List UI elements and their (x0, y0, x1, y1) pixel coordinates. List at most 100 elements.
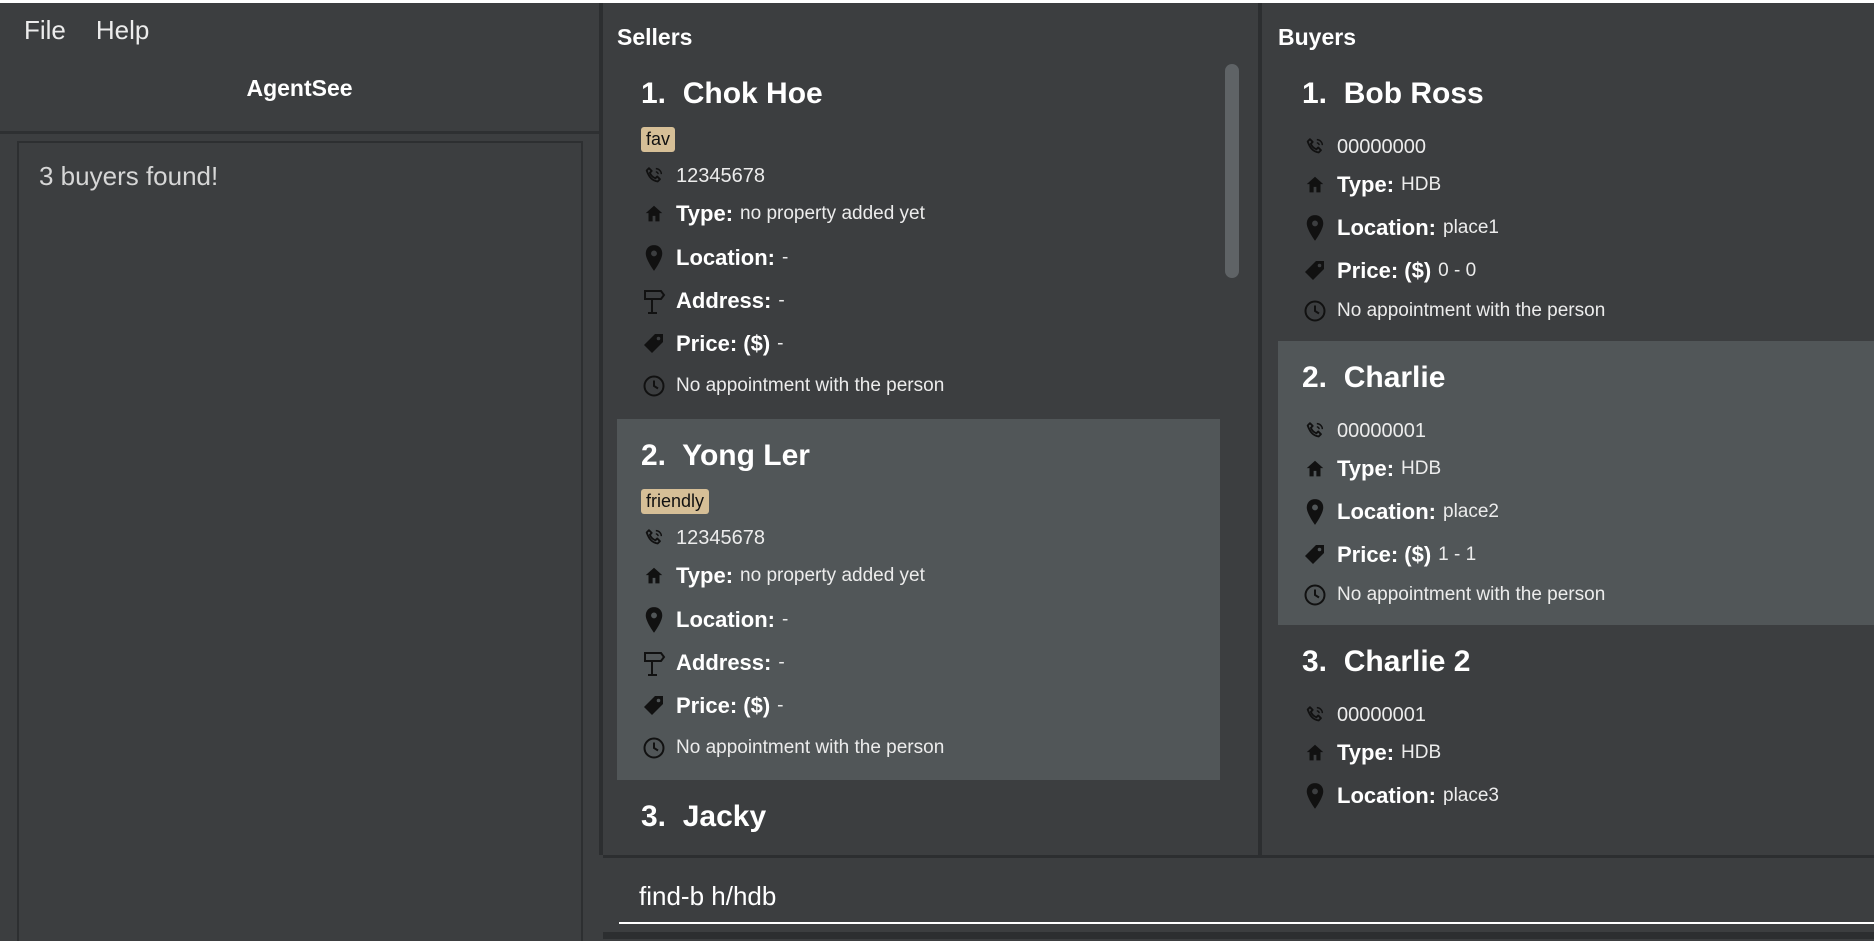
buyer-card[interactable]: 2. Charlie 00000001 Type: HDB Location: … (1278, 341, 1874, 625)
seller-name: 1. Chok Hoe (641, 77, 823, 110)
price-value: 0 - 0 (1438, 260, 1477, 281)
house-icon (641, 563, 667, 589)
location-label: Location: (676, 245, 775, 270)
type-value: HDB (1401, 742, 1442, 763)
address-label: Address: (676, 288, 772, 313)
menu-help[interactable]: Help (96, 15, 149, 46)
type-label: Type: (676, 563, 734, 588)
type-row: Type: HDB (1302, 170, 1441, 200)
price-label: Price: ($) (676, 331, 771, 356)
price-label: Price: ($) (676, 693, 771, 718)
phone-icon (1302, 134, 1328, 160)
phone-icon (641, 163, 667, 189)
location-row: Location: - (641, 605, 788, 635)
type-label: Type: (1337, 456, 1395, 481)
location-pin-icon (1302, 783, 1328, 809)
left-pane: File Help AgentSee 3 buyers found! (0, 3, 599, 941)
result-message: 3 buyers found! (39, 161, 219, 191)
phone-icon (1302, 702, 1328, 728)
command-input[interactable] (619, 870, 1874, 924)
location-value: - (782, 609, 789, 630)
seller-tag: friendly (641, 489, 710, 514)
command-area (603, 855, 1874, 939)
location-value: place2 (1443, 501, 1499, 522)
house-icon (1302, 172, 1328, 198)
seller-card[interactable]: 2. Yong Ler friendly 12345678 Type: no p… (617, 419, 1220, 780)
sellers-panel-title: Sellers (617, 24, 693, 50)
house-icon (1302, 456, 1328, 482)
menu-bar: File Help (0, 3, 599, 57)
buyer-card[interactable]: 1. Bob Ross 00000000 Type: HDB Location:… (1278, 57, 1874, 341)
sellers-list[interactable]: 1. Chok Hoe fav 12345678 Type: no proper… (617, 57, 1220, 835)
appointment-row: No appointment with the person (641, 733, 944, 763)
buyer-card[interactable]: 3. Charlie 2 00000001 Type: HDB Location… (1278, 625, 1874, 835)
phone-icon (1302, 418, 1328, 444)
address-row: Address: - (641, 286, 785, 316)
location-row: Location: place2 (1302, 497, 1499, 527)
seller-tag: fav (641, 127, 676, 152)
phone-number: 12345678 (676, 164, 765, 187)
type-row: Type: HDB (1302, 454, 1441, 484)
buyer-name: 3. Charlie 2 (1302, 645, 1471, 678)
location-label: Location: (1337, 783, 1436, 808)
address-label: Address: (676, 650, 772, 675)
appointment-row: No appointment with the person (1302, 580, 1605, 610)
type-value: no property added yet (740, 565, 925, 586)
house-icon (641, 201, 667, 227)
sellers-scrollbar[interactable] (1225, 64, 1239, 278)
price-row: Price: ($) - (641, 329, 783, 359)
phone-icon (641, 525, 667, 551)
pane-divider[interactable] (599, 3, 603, 855)
type-value: HDB (1401, 458, 1442, 479)
signpost-icon (641, 650, 667, 676)
menu-file[interactable]: File (24, 15, 66, 46)
clock-icon (641, 735, 667, 761)
appointment-text: No appointment with the person (1337, 584, 1606, 605)
address-value: - (778, 290, 785, 311)
location-pin-icon (641, 245, 667, 271)
location-row: Location: place3 (1302, 781, 1499, 811)
buyers-list[interactable]: 1. Bob Ross 00000000 Type: HDB Location:… (1278, 57, 1874, 835)
seller-card[interactable]: 1. Chok Hoe fav 12345678 Type: no proper… (617, 57, 1220, 419)
appointment-text: No appointment with the person (676, 737, 945, 758)
clock-icon (641, 373, 667, 399)
phone-row: 00000000 (1302, 132, 1426, 162)
type-row: Type: no property added yet (641, 199, 925, 229)
appointment-text: No appointment with the person (1337, 300, 1606, 321)
phone-number: 12345678 (676, 526, 765, 549)
appointment-text: No appointment with the person (676, 375, 945, 396)
clock-icon (1302, 582, 1328, 608)
type-row: Type: no property added yet (641, 561, 925, 591)
seller-name: 3. Jacky (641, 800, 767, 833)
location-label: Location: (1337, 499, 1436, 524)
location-pin-icon (641, 607, 667, 633)
price-tag-icon (641, 693, 667, 719)
price-tag-icon (1302, 258, 1328, 284)
phone-number: 00000000 (1337, 135, 1426, 158)
price-row: Price: ($) 0 - 0 (1302, 256, 1476, 286)
house-icon (1302, 740, 1328, 766)
phone-number: 00000001 (1337, 703, 1426, 726)
price-tag-icon (641, 331, 667, 357)
buyer-name: 1. Bob Ross (1302, 77, 1484, 110)
signpost-icon (641, 288, 667, 314)
type-label: Type: (1337, 740, 1395, 765)
pane-divider[interactable] (1258, 3, 1262, 855)
phone-number: 00000001 (1337, 419, 1426, 442)
address-value: - (778, 652, 785, 673)
price-value: 1 - 1 (1438, 544, 1477, 565)
result-display[interactable]: 3 buyers found! (17, 141, 583, 941)
location-value: place3 (1443, 785, 1499, 806)
price-value: - (777, 695, 784, 716)
location-value: place1 (1443, 217, 1499, 238)
divider (0, 131, 599, 134)
address-row: Address: - (641, 648, 785, 678)
appointment-row: No appointment with the person (641, 371, 944, 401)
type-value: HDB (1401, 174, 1442, 195)
location-row: Location: place1 (1302, 213, 1499, 243)
app-title: AgentSee (246, 75, 353, 101)
clock-icon (1302, 298, 1328, 324)
type-row: Type: HDB (1302, 738, 1441, 768)
seller-card[interactable]: 3. Jacky (617, 780, 1220, 835)
location-row: Location: - (641, 243, 788, 273)
